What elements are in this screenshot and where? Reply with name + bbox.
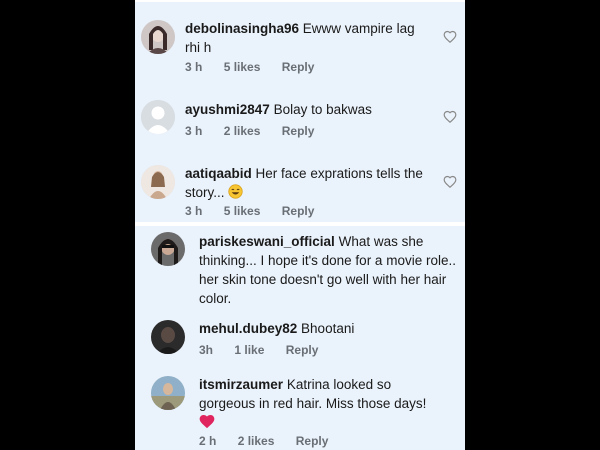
right-black-border: [465, 0, 600, 450]
comment-body: Bolay to bakwas: [273, 102, 372, 117]
avatar[interactable]: [151, 376, 185, 410]
reply-button[interactable]: Reply: [282, 124, 315, 138]
like-heart-icon[interactable]: [443, 175, 457, 189]
comment-time: 3 h: [185, 124, 203, 138]
reply-button[interactable]: Reply: [286, 343, 319, 357]
comments-panel-bottom: pariskeswani_official What was she think…: [135, 226, 465, 450]
comment-meta: 2 h 2 likes Reply: [199, 434, 328, 448]
laughing-emoji-icon: [228, 184, 243, 199]
like-heart-icon[interactable]: [443, 110, 457, 124]
reply-button[interactable]: Reply: [282, 60, 315, 74]
comment-time: 2 h: [199, 434, 217, 448]
reply-button[interactable]: Reply: [296, 434, 329, 448]
comment-likes[interactable]: 2 likes: [224, 124, 261, 138]
comment-meta: 3 h 5 likes Reply: [185, 60, 314, 74]
avatar[interactable]: [141, 165, 175, 199]
comment-text: ayushmi2847 Bolay to bakwas: [185, 100, 425, 119]
comment-username[interactable]: debolinasingha96: [185, 21, 299, 36]
avatar[interactable]: [151, 232, 185, 266]
comment-username[interactable]: mehul.dubey82: [199, 321, 297, 336]
comment-time: 3 h: [185, 204, 203, 218]
comment-username[interactable]: ayushmi2847: [185, 102, 270, 117]
comment-username[interactable]: aatiqaabid: [185, 166, 252, 181]
comment-time: 3h: [199, 343, 214, 357]
comment-text: aatiqaabid Her face exprations tells the…: [185, 164, 425, 202]
comment-username[interactable]: pariskeswani_official: [199, 234, 335, 249]
avatar[interactable]: [151, 320, 185, 354]
comment-meta: 3h 1 like Reply: [199, 343, 318, 357]
reply-button[interactable]: Reply: [282, 204, 315, 218]
comment-meta: 3 h 5 likes Reply: [185, 204, 314, 218]
comment-time: 3 h: [185, 60, 203, 74]
comment-likes[interactable]: 1 like: [234, 343, 264, 357]
red-heart-emoji-icon: [199, 414, 215, 429]
comment-text: pariskeswani_official What was she think…: [199, 232, 459, 308]
avatar[interactable]: [141, 20, 175, 54]
comment-likes[interactable]: 5 likes: [224, 204, 261, 218]
left-black-border: [0, 0, 135, 450]
comment-body: Bhootani: [301, 321, 355, 336]
comment-likes[interactable]: 2 likes: [238, 434, 275, 448]
comment-text: debolinasingha96 Ewww vampire lag rhi h: [185, 19, 425, 57]
comment-text: itsmirzaumer Katrina looked so gorgeous …: [199, 375, 439, 432]
comments-panel-top: debolinasingha96 Ewww vampire lag rhi h …: [135, 2, 465, 222]
comment-likes[interactable]: 5 likes: [224, 60, 261, 74]
avatar[interactable]: [141, 100, 175, 134]
comment-username[interactable]: itsmirzaumer: [199, 377, 283, 392]
like-heart-icon[interactable]: [443, 30, 457, 44]
comment-text: mehul.dubey82 Bhootani: [199, 319, 439, 338]
comment-meta: 3 h 2 likes Reply: [185, 124, 314, 138]
